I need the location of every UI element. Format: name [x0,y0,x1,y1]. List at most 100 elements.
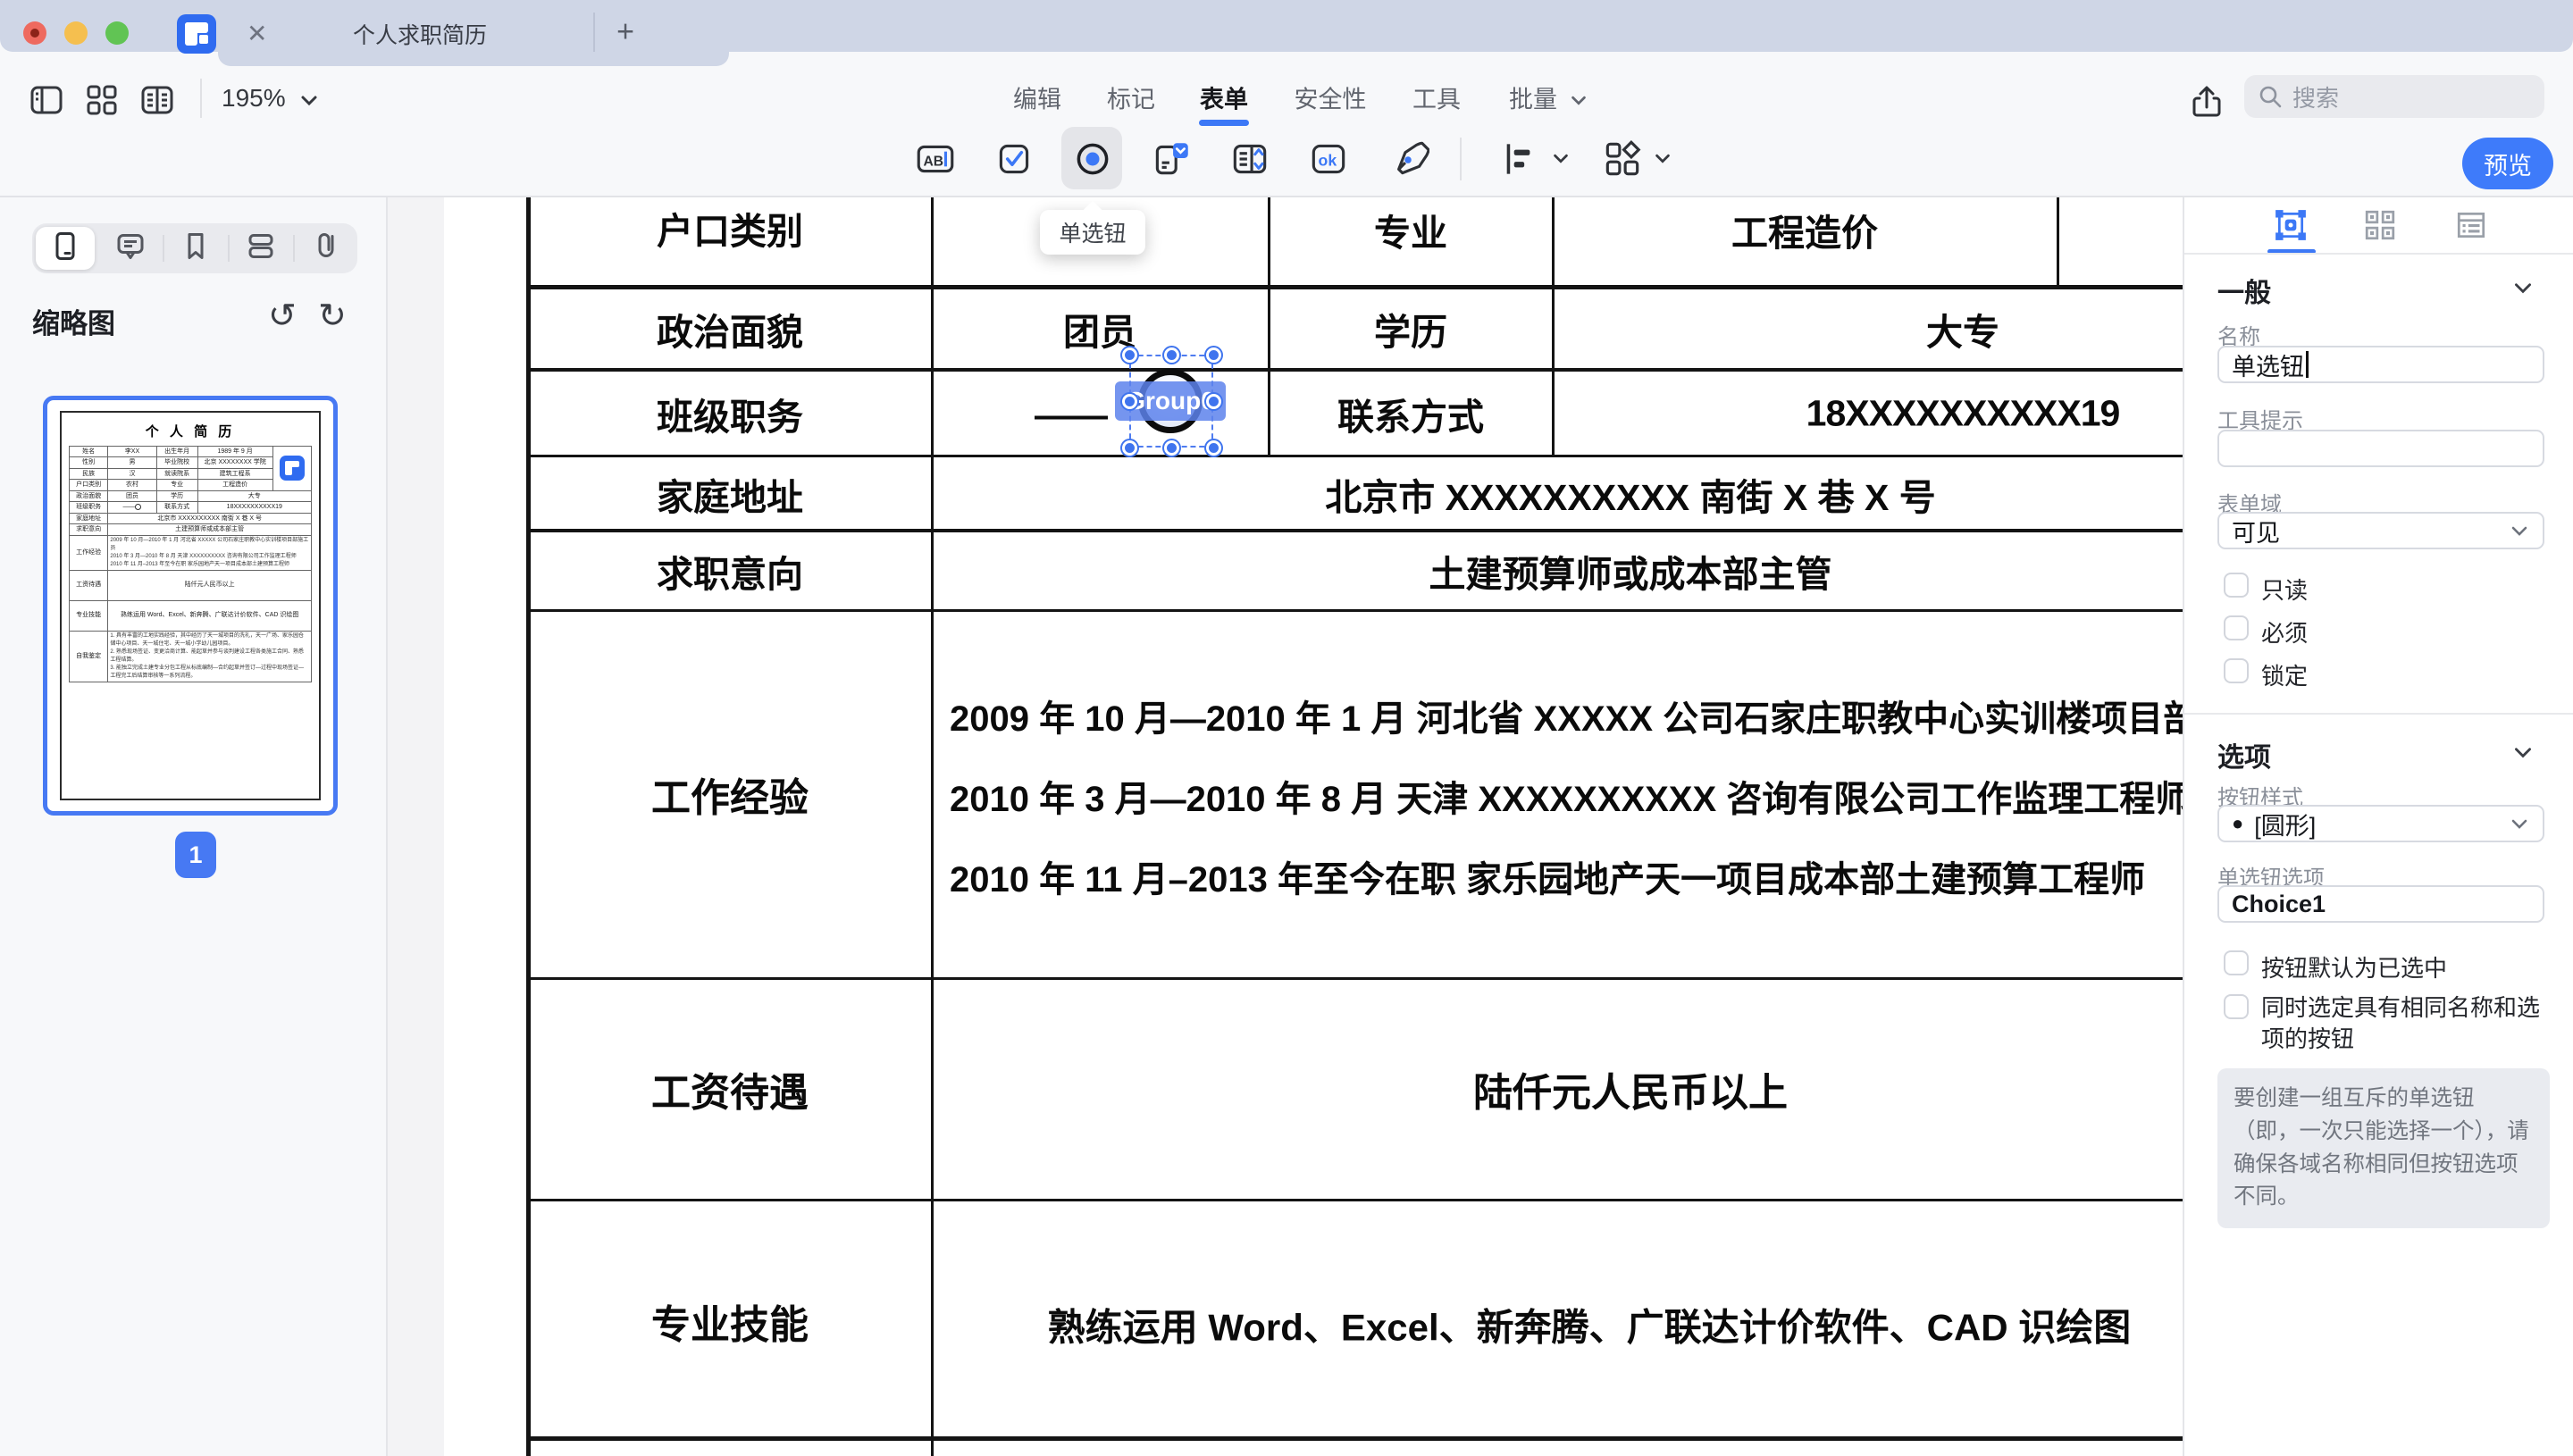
combo-box-tool[interactable] [1141,129,1202,189]
cell-value: 工程造价 [1731,203,1878,256]
preview-button[interactable]: 预览 [2462,138,2553,189]
document-page[interactable]: 户口类别 农村 专业 工程造价 政治面貌 团员 学历 大专 班级职务 —— 联系… [444,197,2183,1456]
menu-edit[interactable]: 编辑 [1013,80,1061,115]
close-tab-icon[interactable]: ✕ [247,19,267,48]
resize-handle[interactable] [1164,440,1179,456]
menu-tools[interactable]: 工具 [1412,80,1461,115]
chevron-down-icon[interactable] [2511,276,2535,299]
thumb-logo [280,456,305,481]
attachments-tab[interactable] [308,229,344,269]
table-border [526,977,2183,980]
hint-text: 要创建一组互斥的单选钮（即，一次只能选择一个），请确保各域名称相同但按钮选项不同… [2234,1086,2529,1209]
resize-handle[interactable] [1122,440,1137,456]
cell-value: 18XXXXXXXXXX19 [1806,393,2120,435]
cell-label: 求职意向 [657,544,803,598]
resize-handle[interactable] [1206,440,1221,456]
checkbox-tool[interactable] [984,129,1044,189]
bookmarks-tab[interactable] [178,229,214,269]
menu-batch[interactable]: 批量 [1509,80,1557,115]
tab-field-grid[interactable] [2363,208,2397,247]
locked-label: 锁定 [2261,658,2308,691]
page-thumbnail[interactable]: 个 人 简 历 姓名李XX出生年月1989 年 9 月 性别男毕业院校北京 XX… [43,396,338,816]
default-checked-label: 按钮默认为已选中 [2261,950,2447,983]
thumb-title: 个 人 简 历 [69,422,312,440]
redo-icon[interactable]: ↻ [318,296,347,336]
chevron-down-icon[interactable] [1569,90,1588,110]
zoom-level[interactable]: 195% [222,84,286,113]
page-number: 1 [189,841,202,869]
menu-form[interactable]: 表单 [1200,80,1248,115]
panel-divider [2184,713,2573,715]
resize-handle[interactable] [1206,394,1221,409]
table-border [526,1199,2183,1201]
preview-button-label: 预览 [2484,146,2532,181]
text-field-tool[interactable]: AB [905,129,966,189]
push-button-tool[interactable]: ok [1298,129,1359,189]
resize-handle[interactable] [1206,347,1221,363]
tab-properties[interactable] [2274,208,2308,247]
cell-label: 工资待遇 [651,1060,809,1117]
radio-choice-input[interactable]: Choice1 [2217,885,2544,923]
panel-tabs-border [2184,253,2573,255]
list-box-tool[interactable] [1219,129,1280,189]
thumbnails-tab[interactable] [47,229,83,269]
chevron-down-icon[interactable] [1653,148,1672,168]
undo-icon[interactable]: ↺ [268,296,297,336]
radio-choice-value: Choice1 [2232,891,2326,918]
outline-tab[interactable] [243,229,279,269]
button-style-select[interactable]: ● [圆形] [2217,805,2544,842]
svg-text:AB: AB [923,154,943,169]
resize-handle[interactable] [1122,394,1137,409]
default-checked-checkbox[interactable] [2224,950,2249,975]
cell-label: 政治面貌 [657,302,803,356]
active-menu-underline [1199,120,1249,126]
resize-handle[interactable] [1164,347,1179,363]
alignment-tool[interactable] [1490,129,1551,189]
chevron-down-icon[interactable] [2511,741,2535,764]
button-style-value: [圆形] [2254,807,2316,841]
left-sidebar: 缩略图 ↺ ↻ 个 人 简 历 姓名李XX出生年月1989 年 9 月 性别男毕… [0,197,388,1456]
new-tab-button[interactable]: + [616,15,634,50]
zoom-window-button[interactable] [105,21,129,45]
tab-title[interactable]: 个人求职简历 [353,18,487,50]
tooltip-input[interactable] [2217,430,2544,467]
sidebar-tabs [32,223,357,273]
search-input[interactable]: 搜索 [2244,75,2544,118]
form-field-select[interactable]: 可见 [2217,512,2544,549]
tab-field-list[interactable] [2454,208,2488,247]
tool-tooltip: 单选钮 [1040,210,1145,255]
share-icon[interactable] [2176,71,2237,132]
locked-checkbox[interactable] [2224,658,2249,683]
search-icon [2257,83,2284,110]
page-number-badge[interactable]: 1 [175,832,216,878]
grid-view-button[interactable] [71,70,132,130]
chevron-down-icon[interactable] [1551,148,1571,168]
table-border [1268,197,1270,456]
name-input-value: 单选钮 [2232,347,2304,382]
select-same-checkbox[interactable] [2224,994,2249,1019]
chevron-down-icon[interactable] [298,89,320,111]
tool-tooltip-label: 单选钮 [1059,216,1126,248]
work-line: 2010 年 11 月–2013 年至今在职 家乐园地产天一项目成本部土建预算工… [950,850,2145,902]
name-input[interactable]: 单选钮 [2217,346,2544,383]
table-border [526,1436,2183,1441]
cell-label: 专业技能 [651,1293,809,1350]
required-checkbox[interactable] [2224,615,2249,640]
reader-view-button[interactable] [127,70,188,130]
sidebar-toggle-button[interactable] [16,70,77,130]
minimize-window-button[interactable] [64,21,88,45]
segment-divider [293,235,295,262]
readonly-checkbox[interactable] [2224,573,2249,598]
form-field-select-value: 可见 [2232,514,2280,548]
arrange-fields-tool[interactable] [1592,129,1653,189]
menu-security[interactable]: 安全性 [1295,80,1367,115]
sidebar-heading: 缩略图 [32,301,115,341]
radio-button-tool[interactable] [1062,129,1123,189]
resize-handle[interactable] [1122,347,1137,363]
comments-tab[interactable] [113,229,148,269]
signature-field-tool[interactable] [1377,129,1437,189]
menu-markup[interactable]: 标记 [1107,80,1155,115]
tab-divider [593,13,595,52]
unsaved-dot [30,29,39,38]
table-border [526,197,531,1456]
